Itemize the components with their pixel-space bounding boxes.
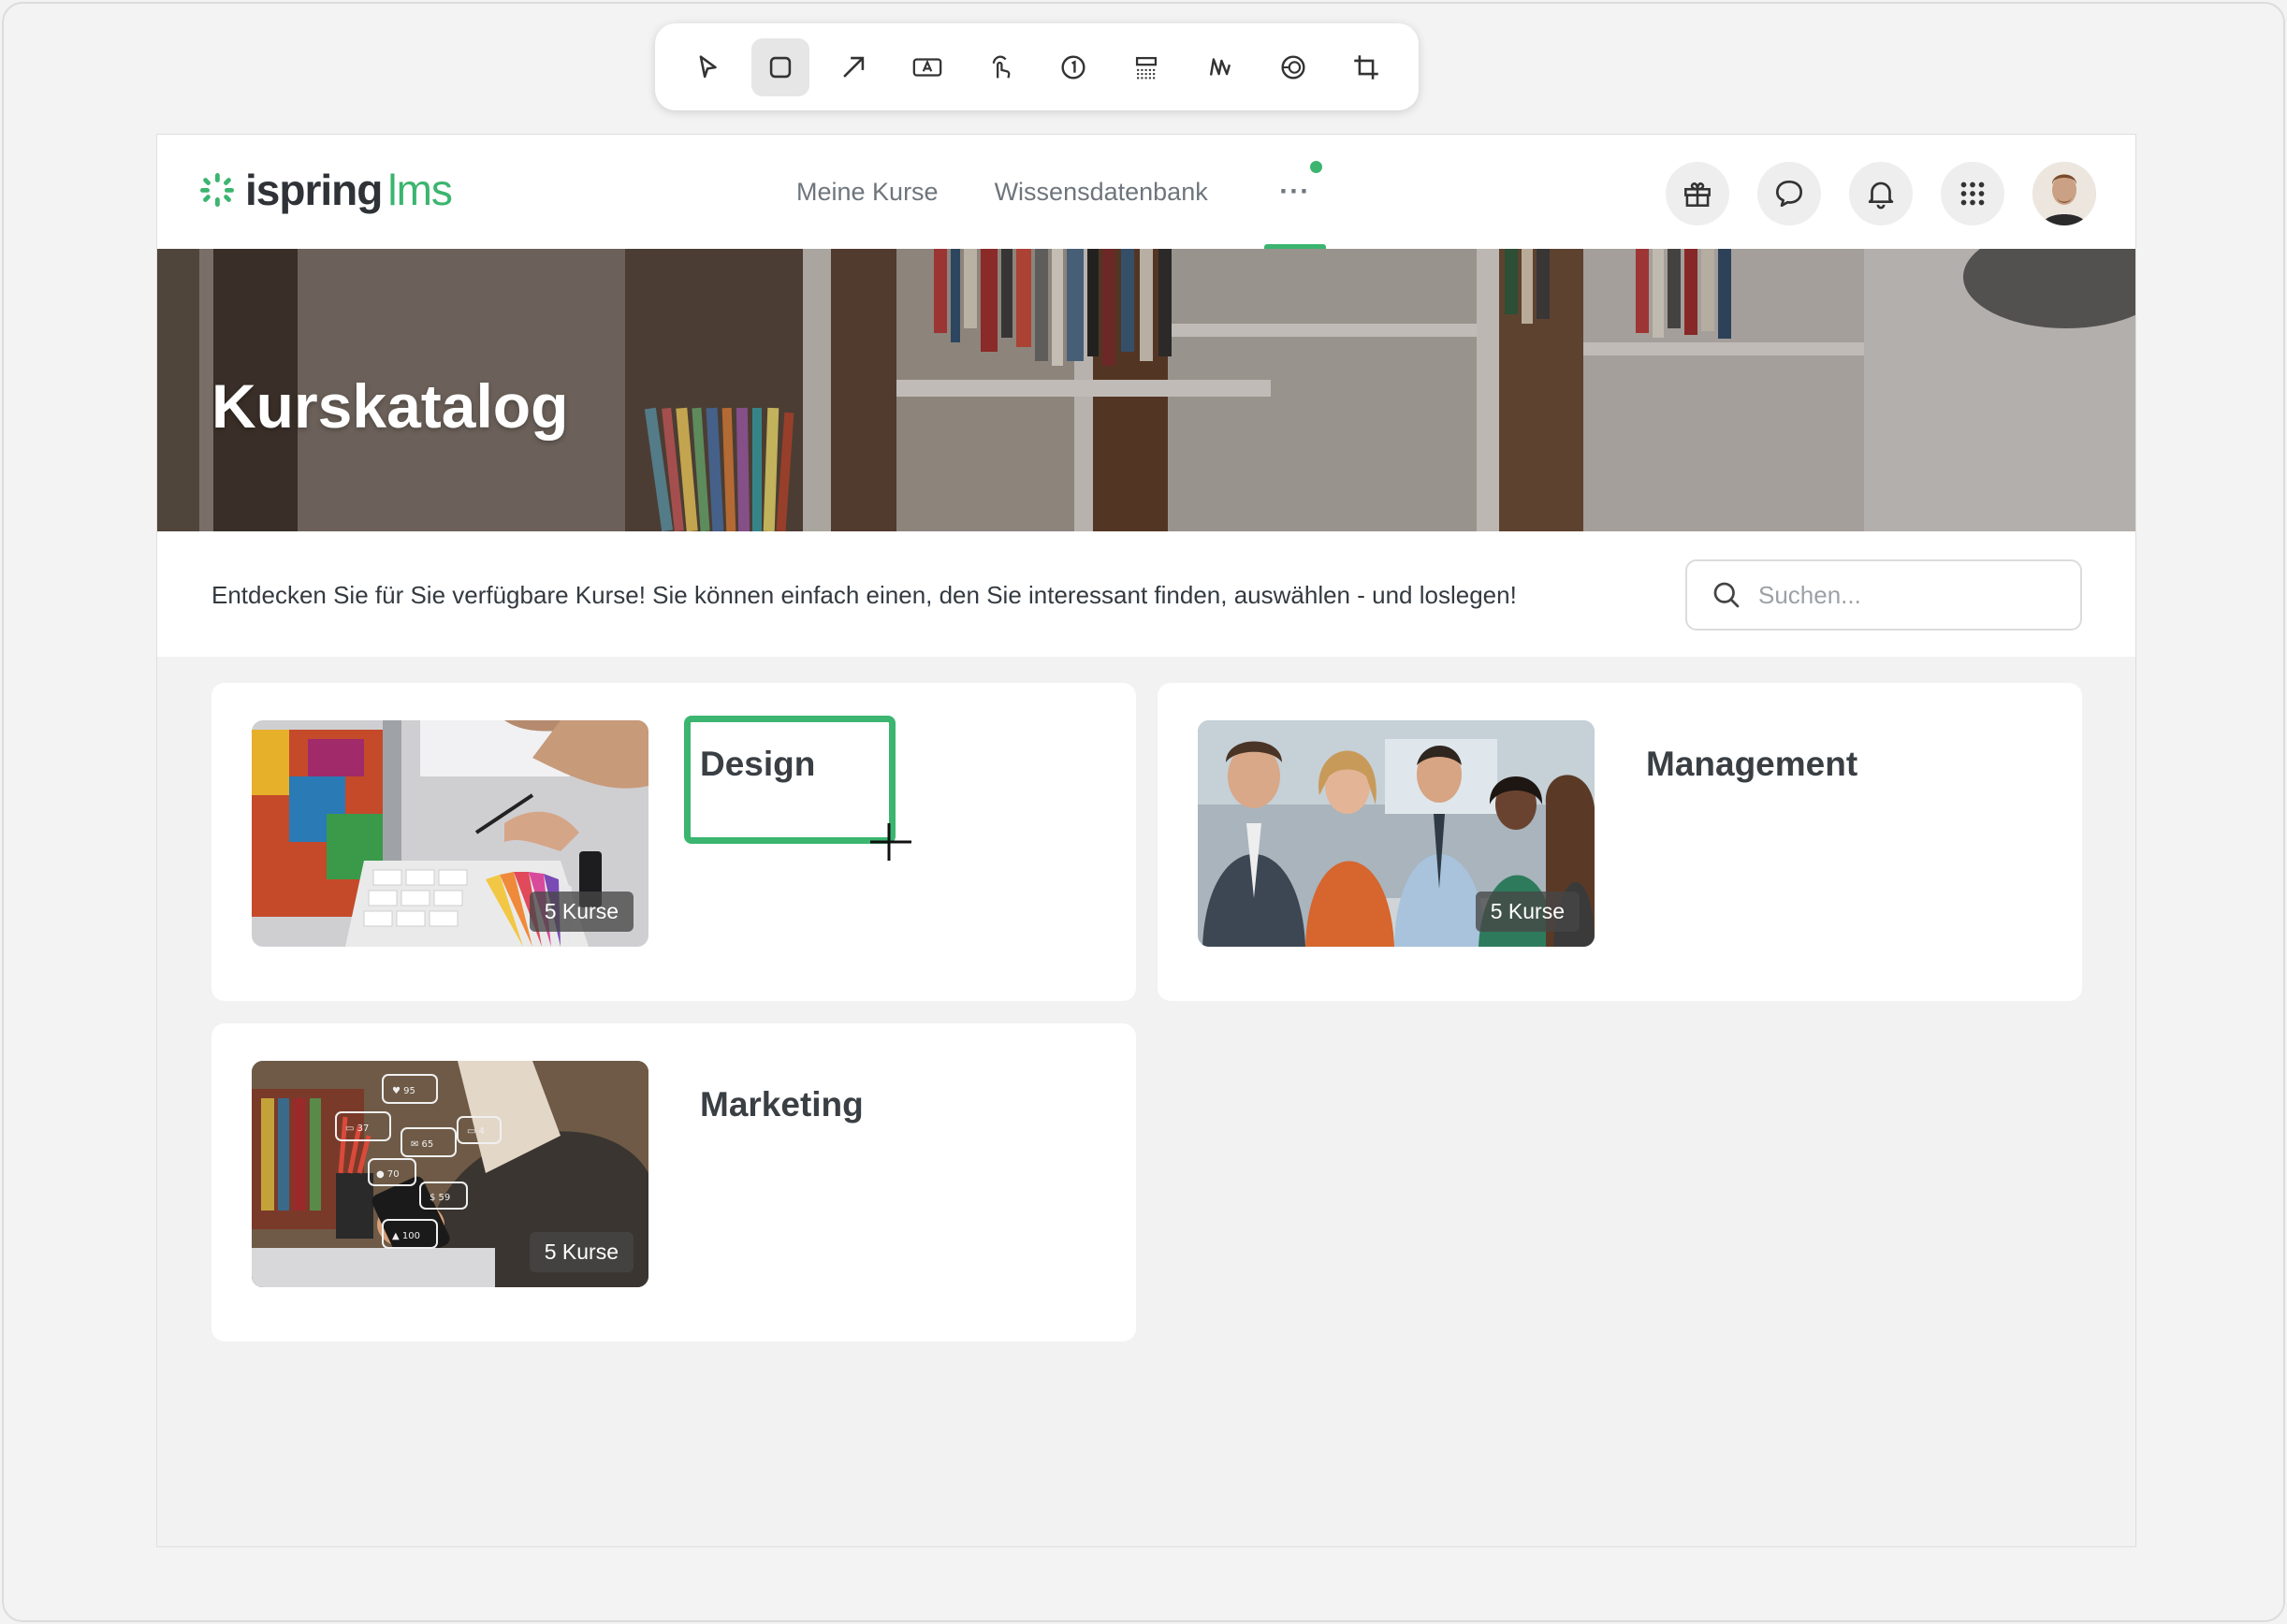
apps-grid-icon [1960, 181, 1985, 206]
messages-button[interactable] [1757, 162, 1821, 225]
course-count-badge: 5 Kurse [529, 1232, 634, 1272]
annotation-toolbar [655, 23, 1419, 110]
text-icon [912, 57, 941, 77]
ispring-logo-icon [200, 173, 234, 207]
click-icon [992, 55, 1011, 79]
hero-banner: Kurskatalog [157, 249, 2135, 531]
gift-button[interactable] [1666, 162, 1729, 225]
pointer-tool[interactable] [678, 38, 736, 96]
logo-main-text: ispring [245, 166, 383, 214]
category-image-marketing[interactable]: ♥ 95 ▭ 37 ✉ 65 ▭ 4 ● 70 $ 59 ▲ 100 5 Kur… [252, 1061, 648, 1287]
number-tool[interactable] [1044, 38, 1102, 96]
arrow-tool[interactable] [824, 38, 882, 96]
blur-tool[interactable] [1117, 38, 1175, 96]
svg-text:$ 59: $ 59 [430, 1193, 450, 1203]
annotation-highlight-rectangle [684, 716, 896, 844]
lms-app-window: ispring lms Meine Kurse Wissensdatenbank … [156, 134, 2136, 1547]
gift-icon [1684, 182, 1711, 207]
notification-dot [1309, 161, 1322, 173]
category-card-management[interactable]: 5 Kurse Management [1158, 683, 2082, 1001]
top-header: ispring lms Meine Kurse Wissensdatenbank … [157, 135, 2135, 249]
logo-suffix-text: lms [387, 166, 453, 214]
blur-icon [1136, 56, 1158, 79]
category-title-management[interactable]: Management [1646, 745, 1857, 784]
notifications-button[interactable] [1849, 162, 1913, 225]
rectangle-tool[interactable] [751, 37, 810, 96]
user-avatar[interactable] [2032, 162, 2096, 225]
course-count-badge: 5 Kurse [1475, 892, 1580, 932]
number-icon [1061, 54, 1085, 80]
click-tool[interactable] [971, 38, 1029, 96]
category-image-management[interactable]: 5 Kurse [1198, 720, 1595, 947]
svg-text:✉ 65: ✉ 65 [411, 1139, 433, 1150]
arrow-icon [843, 56, 865, 78]
intro-bar: Entdecken Sie für Sie verfügbare Kurse! … [157, 531, 2135, 657]
highlighter-tool[interactable] [1191, 38, 1249, 96]
category-image-design[interactable]: 5 Kurse [252, 720, 648, 947]
svg-text:● 70: ● 70 [376, 1169, 400, 1180]
search-box[interactable] [1685, 559, 2082, 631]
page-title: Kurskatalog [211, 371, 569, 441]
nav-item-meine-kurse[interactable]: Meine Kurse [796, 178, 939, 207]
logo-wordmark: ispring lms [245, 165, 453, 215]
rectangle-icon [770, 56, 792, 78]
header-actions [1666, 162, 2096, 225]
svg-text:♥ 95: ♥ 95 [392, 1086, 415, 1096]
crosshair-cursor-icon [870, 823, 911, 861]
main-navigation: Meine Kurse Wissensdatenbank ··· [796, 135, 1326, 249]
nav-item-wissensdatenbank[interactable]: Wissensdatenbank [995, 178, 1208, 207]
category-card-marketing[interactable]: ♥ 95 ▭ 37 ✉ 65 ▭ 4 ● 70 $ 59 ▲ 100 5 Kur… [211, 1023, 1136, 1341]
more-dots-icon: ··· [1279, 176, 1311, 207]
svg-text:▲ 100: ▲ 100 [392, 1231, 420, 1241]
category-card-design[interactable]: 5 Kurse Design [211, 683, 1136, 1001]
crop-tool[interactable] [1337, 38, 1395, 96]
intro-description: Entdecken Sie für Sie verfügbare Kurse! … [211, 581, 1517, 609]
spotlight-icon [1281, 54, 1305, 80]
svg-text:▭ 4: ▭ 4 [467, 1126, 485, 1137]
crop-icon [1354, 54, 1378, 80]
chat-bubble-icon [1775, 180, 1803, 208]
user-avatar-image [2032, 162, 2096, 225]
category-title-marketing[interactable]: Marketing [700, 1085, 864, 1124]
ispring-lms-logo[interactable]: ispring lms [198, 165, 453, 215]
svg-text:▭ 37: ▭ 37 [345, 1124, 369, 1134]
search-icon [1713, 582, 1740, 608]
pointer-icon [699, 54, 717, 78]
text-tool[interactable] [898, 38, 956, 96]
apps-button[interactable] [1941, 162, 2004, 225]
search-input[interactable] [1758, 580, 2058, 610]
nav-more-button[interactable]: ··· [1263, 135, 1326, 249]
bell-icon [1868, 181, 1894, 210]
spotlight-tool[interactable] [1264, 38, 1322, 96]
course-count-badge: 5 Kurse [529, 892, 634, 932]
highlighter-icon [1209, 57, 1231, 76]
